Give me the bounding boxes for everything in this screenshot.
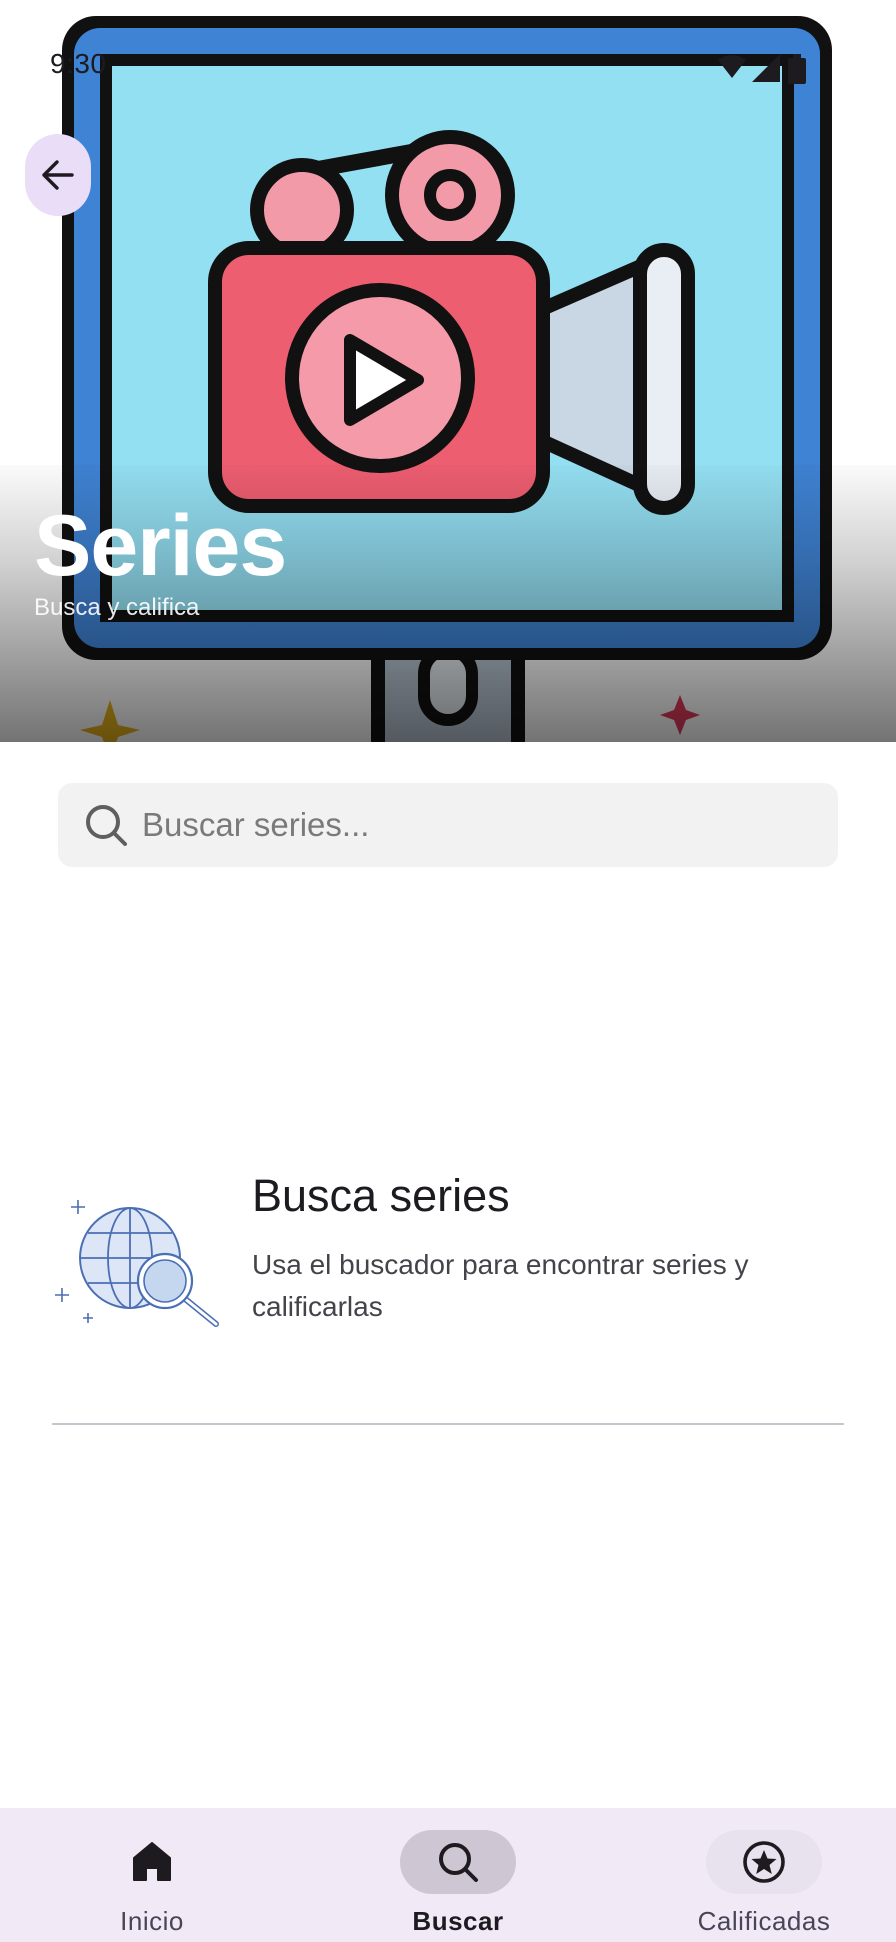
nav-item-calificadas[interactable]: Calificadas (664, 1822, 864, 1942)
nav-item-inicio[interactable]: Inicio (52, 1822, 252, 1942)
status-icons (718, 54, 806, 84)
status-time: 9:30 (50, 48, 107, 79)
globe-search-illustration (55, 1200, 219, 1327)
nav-label: Buscar (412, 1906, 504, 1936)
page-title: Series (34, 498, 287, 594)
back-button[interactable] (25, 134, 91, 216)
nav-label: Inicio (120, 1906, 184, 1936)
nav-indicator (94, 1830, 210, 1894)
nav-indicator-active (400, 1830, 516, 1894)
divider (52, 1423, 844, 1425)
page-subtitle: Busca y califica (34, 594, 200, 621)
arrow-left-icon (42, 160, 74, 190)
nav-indicator (706, 1830, 822, 1894)
bottom-navigation: Inicio Buscar Calificadas (0, 1808, 896, 1942)
nav-label: Calificadas (697, 1906, 831, 1936)
empty-state-title: Busca series (252, 1170, 510, 1221)
signal-icon (752, 54, 780, 82)
battery-icon (788, 54, 806, 84)
empty-state-message: Usa el buscador para encontrar series y … (252, 1249, 749, 1322)
search-bar[interactable] (58, 783, 838, 867)
search-icon (86, 805, 127, 846)
empty-state: Busca series Usa el buscador para encont… (52, 1170, 842, 1340)
nav-item-buscar[interactable]: Buscar (358, 1822, 558, 1942)
home-icon (133, 1842, 171, 1881)
search-icon (439, 1843, 478, 1882)
header-hero: 9:30 Series Busca y califica (0, 0, 896, 742)
wifi-icon (718, 55, 746, 78)
star-circle-icon (743, 1841, 785, 1883)
search-input[interactable] (140, 805, 784, 845)
